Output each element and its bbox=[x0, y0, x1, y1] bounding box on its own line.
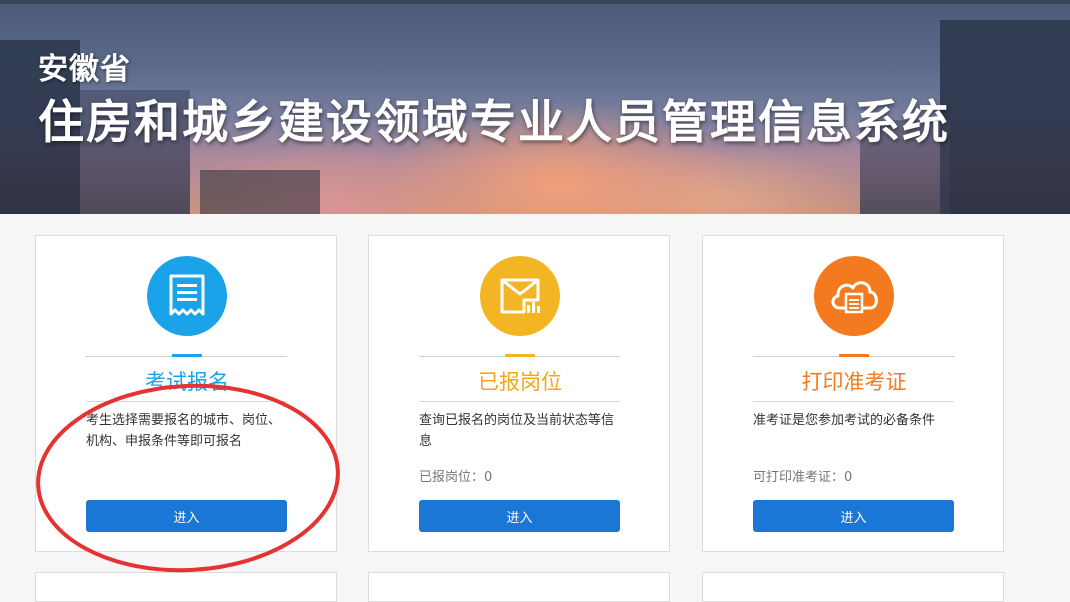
title-divider bbox=[419, 401, 620, 402]
card-partial bbox=[702, 572, 1004, 602]
card-description: 考生选择需要报名的城市、岗位、机构、申报条件等即可报名 bbox=[86, 413, 282, 449]
title-divider bbox=[753, 401, 954, 402]
cloud-print-icon bbox=[814, 256, 894, 336]
card-title: 考试报名 bbox=[145, 370, 229, 394]
banner-building bbox=[200, 170, 320, 214]
enter-button[interactable]: 进入 bbox=[753, 500, 954, 532]
card-stat: 已报岗位：0 bbox=[419, 470, 493, 485]
card-exam-registration: 考试报名 考生选择需要报名的城市、岗位、机构、申报条件等即可报名 进入 bbox=[35, 235, 337, 552]
title-accent bbox=[839, 354, 869, 357]
title-accent bbox=[505, 354, 535, 357]
card-partial bbox=[35, 572, 337, 602]
card-partial bbox=[368, 572, 670, 602]
system-title: 住房和城乡建设领域专业人员管理信息系统 bbox=[38, 95, 950, 149]
card-registered-positions: 已报岗位 查询已报名的岗位及当前状态等信息 已报岗位：0 进入 bbox=[368, 235, 670, 552]
card-print-admission-ticket: 打印准考证 准考证是您参加考试的必备条件 可打印准考证：0 进入 bbox=[702, 235, 1004, 552]
mail-chart-icon bbox=[480, 256, 560, 336]
card-description: 准考证是您参加考试的必备条件 bbox=[753, 413, 936, 428]
card-title: 打印准考证 bbox=[801, 370, 907, 394]
title-accent bbox=[172, 354, 202, 357]
province-label: 安徽省 bbox=[38, 52, 131, 87]
header-banner: 安徽省 住房和城乡建设领域专业人员管理信息系统 bbox=[0, 0, 1070, 214]
receipt-icon bbox=[147, 256, 227, 336]
enter-button[interactable]: 进入 bbox=[86, 500, 287, 532]
card-description: 查询已报名的岗位及当前状态等信息 bbox=[419, 413, 615, 449]
top-bar bbox=[0, 0, 1070, 4]
card-stat: 可打印准考证：0 bbox=[753, 470, 853, 485]
enter-button[interactable]: 进入 bbox=[419, 500, 620, 532]
title-divider bbox=[86, 401, 287, 402]
card-title: 已报岗位 bbox=[478, 370, 562, 394]
banner-building bbox=[940, 20, 1070, 214]
